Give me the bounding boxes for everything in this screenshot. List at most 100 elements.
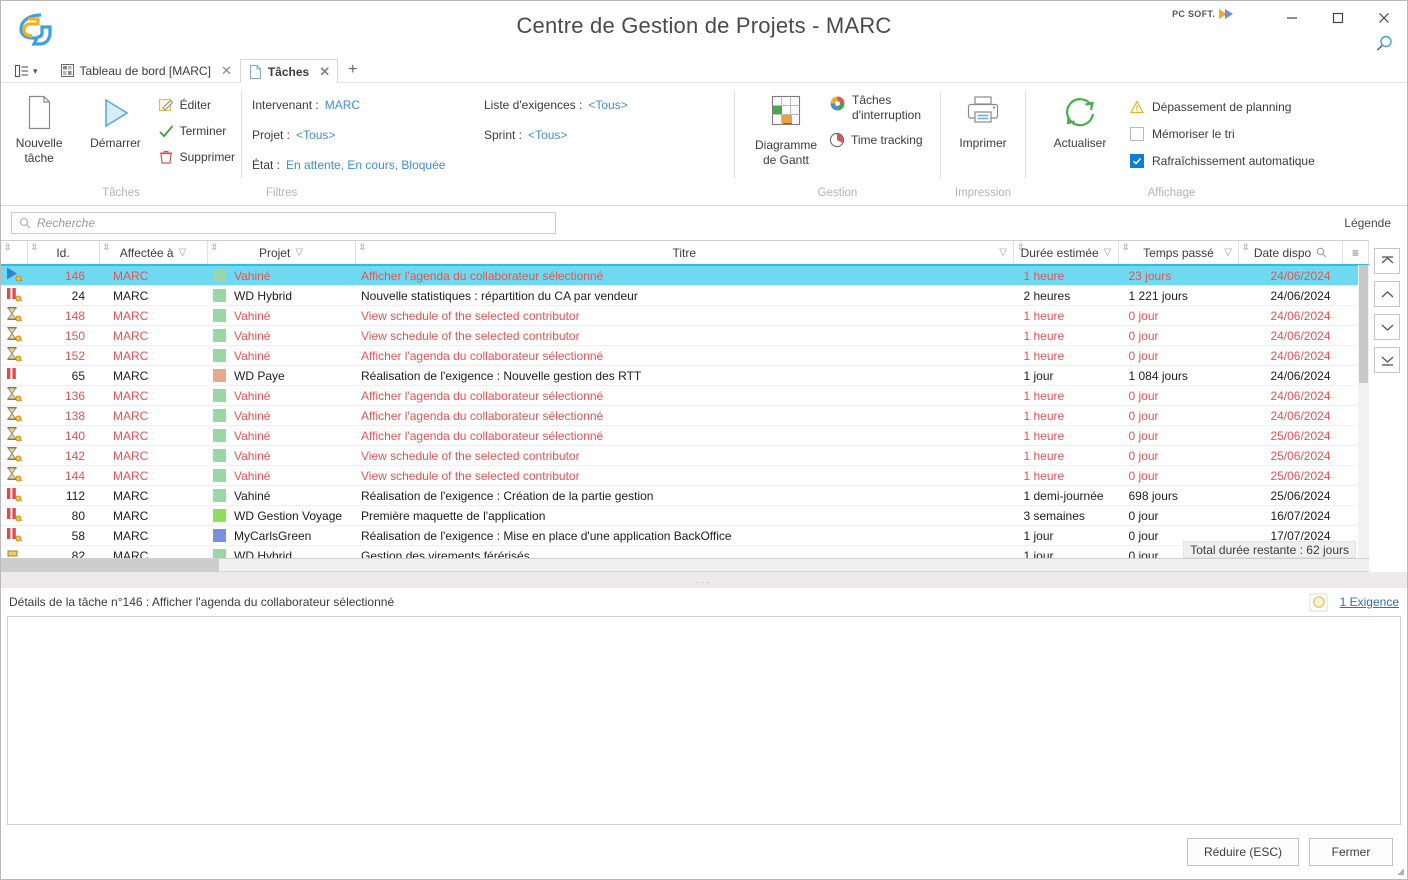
column-header-id[interactable]: ⇳ Id. xyxy=(27,241,100,266)
filter-funnel-icon[interactable]: ▽ xyxy=(179,247,187,258)
table-vertical-scrollbar[interactable] xyxy=(1358,265,1369,558)
scroll-down-button[interactable] xyxy=(1374,314,1400,340)
tab-close-icon[interactable]: ✕ xyxy=(221,63,232,79)
row-status-cell xyxy=(1,325,27,346)
depassement-planning-item[interactable]: Dépassement de planning xyxy=(1130,93,1315,120)
project-color-swatch xyxy=(213,488,226,502)
printer-icon xyxy=(967,96,999,123)
filter-funnel-icon[interactable]: ▽ xyxy=(295,247,303,258)
table-row[interactable]: 146 MARC Vahiné Afficher l'agenda du collab… xyxy=(1,265,1369,286)
diagramme-gantt-button[interactable]: Diagramme de Gantt xyxy=(747,90,825,168)
row-id: 142 xyxy=(27,445,99,466)
minimize-button[interactable] xyxy=(1269,1,1315,35)
column-grip-icon[interactable]: ⇳ xyxy=(359,243,367,252)
row-titre: Afficher l'agenda du collaborateur sélec… xyxy=(355,385,1014,406)
taches-interruption-button[interactable]: Tâches d'interruption xyxy=(829,93,929,127)
table-row[interactable]: 150 MARC Vahiné View schedule of the select… xyxy=(1,325,1369,346)
tab-taches[interactable]: Tâches ✕ xyxy=(239,59,339,83)
close-button[interactable] xyxy=(1361,1,1407,35)
column-grip-icon[interactable]: ⇳ xyxy=(4,243,12,252)
column-grip-icon[interactable]: ⇳ xyxy=(1122,243,1130,252)
rafraichissement-auto-checkbox[interactable] xyxy=(1130,153,1144,168)
maximize-button[interactable] xyxy=(1315,1,1361,35)
memoriser-tri-row[interactable]: Mémoriser le tri xyxy=(1130,120,1315,147)
scrollbar-thumb[interactable] xyxy=(1359,265,1368,383)
column-header-duree-estimee[interactable]: ⇳ Durée estimée ▽ xyxy=(1013,241,1119,266)
table-row[interactable]: 148 MARC Vahiné View schedule of the select… xyxy=(1,305,1369,326)
actualiser-button[interactable]: Actualiser xyxy=(1034,90,1126,151)
new-tab-button[interactable]: + xyxy=(338,61,367,82)
column-options-button[interactable]: ≡ xyxy=(1342,241,1369,266)
imprimer-button[interactable]: Imprimer xyxy=(944,90,1022,151)
column-header-projet[interactable]: ⇳ Projet ▽ xyxy=(207,241,356,266)
column-label: Affectée à xyxy=(119,245,174,260)
panel-splitter[interactable]: ··· xyxy=(1,572,1407,588)
time-tracking-button[interactable]: Time tracking xyxy=(829,127,929,153)
nouvelle-tache-button[interactable]: Nouvelle tâche xyxy=(1,90,77,166)
supprimer-button[interactable]: Supprimer xyxy=(158,144,241,170)
filter-etat[interactable]: État : En attente, En cours, Bloquée xyxy=(252,150,462,180)
column-header-affectee-a[interactable]: ⇳ Affectée à ▽ xyxy=(99,241,208,266)
filter-funnel-icon[interactable]: ▽ xyxy=(1104,247,1112,258)
row-id: 148 xyxy=(27,305,99,326)
table-row[interactable]: 144 MARC Vahiné View schedule of the select… xyxy=(1,465,1369,486)
exigence-link[interactable]: 1 Exigence xyxy=(1340,595,1399,609)
column-header-temps-passe[interactable]: ⇳ Temps passé ▽ xyxy=(1118,241,1239,266)
column-grip-icon[interactable]: ⇳ xyxy=(103,243,111,252)
demarrer-button[interactable]: Démarrer xyxy=(77,90,153,151)
filter-sprint[interactable]: Sprint : <Tous> xyxy=(484,120,714,150)
tab-tableau-de-bord[interactable]: Tableau de bord [MARC] ✕ xyxy=(52,58,240,82)
scroll-up-button[interactable] xyxy=(1374,281,1400,307)
filter-value[interactable]: MARC xyxy=(325,98,360,112)
row-temps-passe: 0 jour xyxy=(1118,385,1239,406)
column-grip-icon[interactable]: ⇳ xyxy=(31,243,39,252)
filter-value[interactable]: En attente, En cours, Bloquée xyxy=(286,158,445,172)
table-row[interactable]: 138 MARC Vahiné Afficher l'agenda du collab… xyxy=(1,405,1369,426)
column-label: Projet xyxy=(258,245,291,260)
ring-icon[interactable] xyxy=(1309,593,1328,612)
table-row[interactable]: 140 MARC Vahiné Afficher l'agenda du collab… xyxy=(1,425,1369,446)
table-row[interactable]: 142 MARC Vahiné View schedule of the select… xyxy=(1,445,1369,466)
filter-value[interactable]: <Tous> xyxy=(588,98,627,112)
filter-funnel-icon[interactable]: ▽ xyxy=(1224,247,1232,258)
column-grip-icon[interactable]: ⇳ xyxy=(1242,243,1250,252)
table-row[interactable]: 24 MARC WD Hybrid Nouvelle statistiques : r… xyxy=(1,285,1369,306)
tab-close-icon[interactable]: ✕ xyxy=(319,64,330,80)
table-row[interactable]: 136 MARC Vahiné Afficher l'agenda du collab… xyxy=(1,385,1369,406)
help-search-icon[interactable] xyxy=(1369,33,1399,55)
filter-liste-exigences[interactable]: Liste d'exigences : <Tous> xyxy=(484,90,714,120)
table-row[interactable]: 65 MARC WD Paye Réalisation de l'exigence :… xyxy=(1,365,1369,386)
filter-value[interactable]: <Tous> xyxy=(296,128,335,142)
project-color-swatch xyxy=(213,288,226,302)
column-header-status[interactable]: ⇳ xyxy=(1,241,28,266)
column-header-date-dispo[interactable]: ⇳ Date dispo xyxy=(1238,241,1343,266)
column-grip-icon[interactable]: ⇳ xyxy=(211,243,219,252)
tab-menu-button[interactable]: ▾ xyxy=(15,64,52,82)
table-row[interactable]: 58 MARC MyCarlsGreen Réalisation de l'exige… xyxy=(1,525,1369,546)
search-input[interactable]: Recherche xyxy=(11,212,556,234)
scroll-top-button[interactable] xyxy=(1374,248,1400,274)
reduire-button[interactable]: Réduire (ESC) xyxy=(1186,838,1299,866)
rafraichissement-auto-row[interactable]: Rafraîchissement automatique xyxy=(1130,147,1315,174)
table-row[interactable]: 82 MARC WD Hybrid Gestion des virements fér… xyxy=(1,545,1369,558)
memoriser-tri-checkbox[interactable] xyxy=(1130,126,1144,141)
legende-link[interactable]: Légende xyxy=(1344,216,1397,230)
column-header-titre[interactable]: ⇳ Titre ▽ xyxy=(355,241,1014,266)
scroll-bottom-button[interactable] xyxy=(1374,347,1400,373)
editer-button[interactable]: Éditer xyxy=(158,92,241,118)
row-temps-passe: 0 jour xyxy=(1118,505,1239,526)
table-row[interactable]: 112 MARC Vahiné Réalisation de l'exigence :… xyxy=(1,485,1369,506)
table-row[interactable]: 152 MARC Vahiné Afficher l'agenda du collab… xyxy=(1,345,1369,366)
terminer-button[interactable]: Terminer xyxy=(158,118,241,144)
fermer-button[interactable]: Fermer xyxy=(1309,838,1393,866)
tab-label: Tableau de bord [MARC] xyxy=(79,63,211,78)
column-grip-icon[interactable]: ⇳ xyxy=(1017,243,1025,252)
filter-projet[interactable]: Projet : <Tous> xyxy=(252,120,462,150)
filter-funnel-icon[interactable]: ▽ xyxy=(999,247,1007,258)
table-row[interactable]: 80 MARC WD Gestion Voyage Première maquette… xyxy=(1,505,1369,526)
filter-value[interactable]: <Tous> xyxy=(528,128,567,142)
window-resize-grip-icon[interactable]: ◢ xyxy=(1397,866,1404,877)
filter-intervenant[interactable]: Intervenant : MARC xyxy=(252,90,462,120)
scrollbar-thumb[interactable] xyxy=(1,559,219,572)
table-horizontal-scrollbar[interactable] xyxy=(1,559,1369,572)
